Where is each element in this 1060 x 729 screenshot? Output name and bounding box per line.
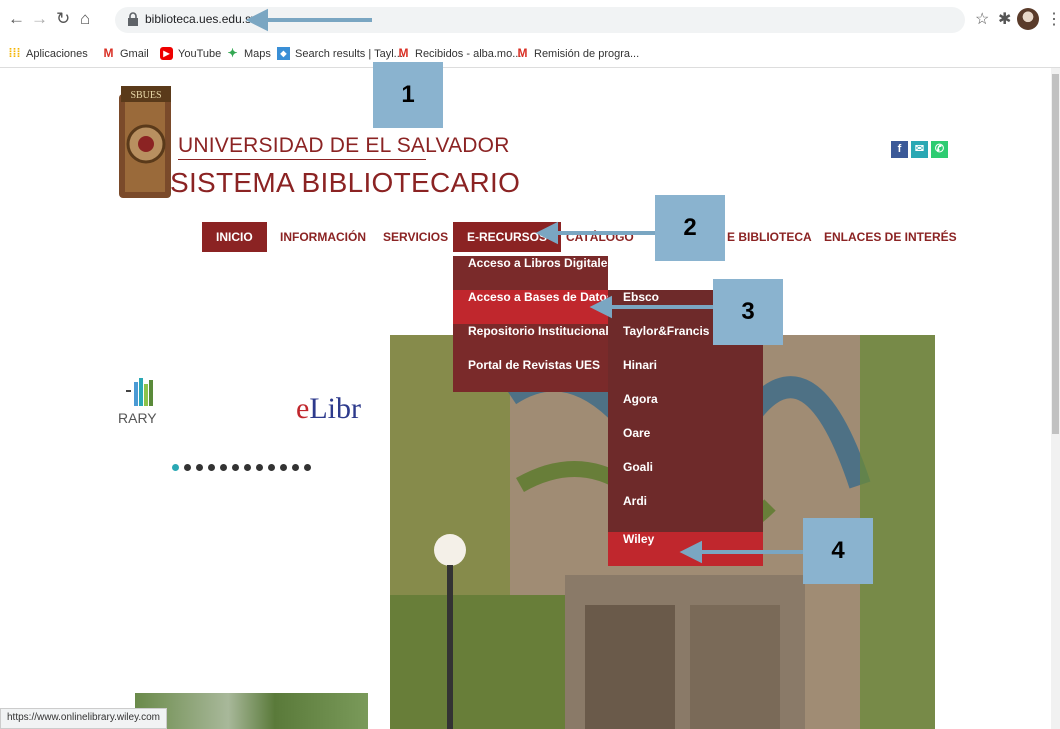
arrow-2-head-icon: [535, 221, 558, 245]
arrow-4-head-icon: [679, 540, 702, 564]
arrow-3-head-icon: [589, 295, 612, 319]
arrow-1-head-icon: [245, 8, 268, 32]
scrollbar-thumb[interactable]: [1052, 74, 1059, 434]
status-bar-url: https://www.onlinelibrary.wiley.com: [0, 708, 168, 729]
annotation-arrows: [245, 8, 803, 564]
page-scrollbar[interactable]: [1051, 68, 1060, 729]
